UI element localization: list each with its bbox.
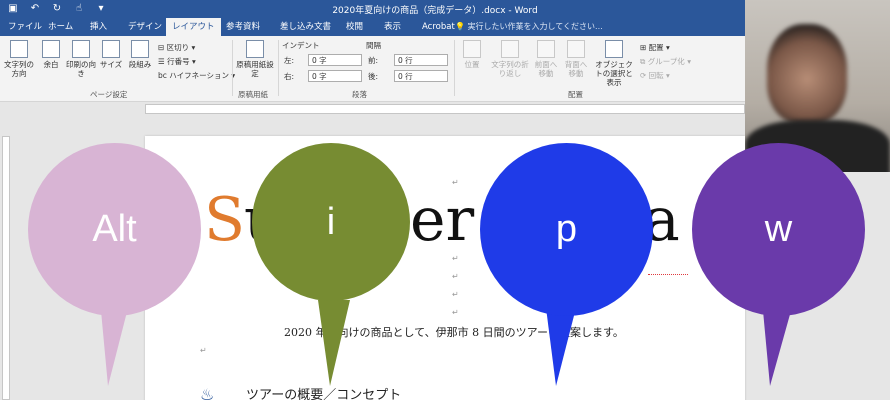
keystroke-bubble-p: p	[480, 143, 653, 316]
keystroke-bubble-alt: Alt	[28, 143, 201, 316]
bubble-tail	[318, 300, 350, 386]
word-window: ▣ ↶ ↻ ☝ ▾ 2020年夏向けの商品（完成データ）.docx - Word…	[0, 0, 890, 400]
keystroke-bubble-i: i	[252, 143, 410, 301]
keystroke-bubble-w: w	[692, 143, 865, 316]
